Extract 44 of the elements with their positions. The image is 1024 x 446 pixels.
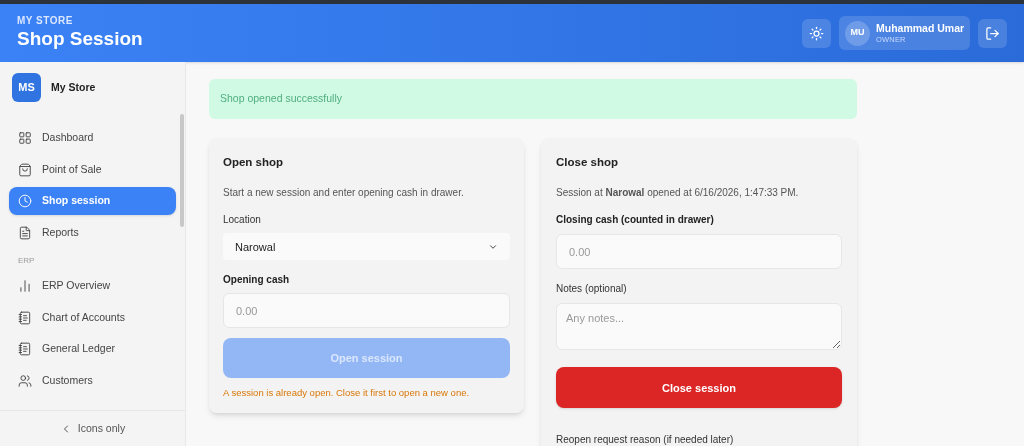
logout-button[interactable] bbox=[978, 18, 1007, 48]
field-label: Closing cash (counted in drawer) bbox=[556, 213, 715, 228]
field-label: Reopen request reason (if needed later) bbox=[556, 433, 735, 446]
sidebar-item[interactable]: Point of Sale bbox=[9, 155, 176, 184]
card-title: Open shop bbox=[223, 155, 285, 170]
notes-input[interactable]: Any notes... bbox=[556, 303, 842, 351]
warning-text: A session is already open. Close it first to open a new one. bbox=[223, 386, 471, 401]
sidebar-item[interactable]: Chart of Accounts bbox=[9, 303, 176, 332]
theme-toggle-button[interactable] bbox=[802, 18, 831, 48]
sidebar-item[interactable]: Reports bbox=[9, 218, 176, 247]
sidebar-item[interactable]: Shop session bbox=[9, 187, 176, 215]
card-description: Start a new session and enter opening cash in drawer. bbox=[223, 186, 465, 201]
location-select[interactable]: Narowal bbox=[223, 233, 510, 261]
user-name: Muhammad Umar bbox=[876, 21, 965, 35]
sidebar-item[interactable]: Dashboard bbox=[9, 124, 176, 152]
document-icon bbox=[18, 225, 32, 240]
clock-icon bbox=[18, 194, 32, 208]
opening-cash-input[interactable]: 0.00 bbox=[223, 293, 510, 329]
session-info: Session at Narowal opened at 6/16/2026, 1:47:33 PM. bbox=[556, 186, 800, 201]
section-label: ERP bbox=[17, 255, 36, 267]
store-label: MY STORE bbox=[17, 14, 74, 28]
sidebar-item[interactable]: Customers bbox=[9, 366, 176, 395]
closing-cash-input[interactable]: 0.00 bbox=[556, 234, 842, 270]
store-avatar: MS bbox=[12, 73, 41, 102]
notebook-icon bbox=[18, 310, 32, 325]
user-avatar: MU bbox=[845, 20, 870, 46]
page-title: Shop Session bbox=[17, 27, 143, 52]
bag-icon bbox=[18, 162, 32, 177]
users-icon bbox=[18, 373, 32, 388]
bar-chart-icon bbox=[18, 279, 32, 293]
close-session-button[interactable]: Close session bbox=[556, 367, 842, 409]
field-label: Opening cash bbox=[223, 273, 291, 288]
notebook-icon bbox=[18, 342, 32, 356]
store-name: My Store bbox=[51, 79, 96, 95]
collapse-sidebar-button[interactable]: Icons only bbox=[59, 420, 126, 437]
logout-icon bbox=[985, 25, 1000, 41]
field-label: Location bbox=[223, 213, 262, 228]
card-title: Close shop bbox=[556, 155, 619, 170]
sun-icon bbox=[809, 25, 824, 41]
grid-icon bbox=[18, 131, 32, 145]
sidebar-item[interactable]: ERP Overview bbox=[9, 272, 176, 300]
sidebar-item[interactable]: General Ledger bbox=[9, 335, 176, 363]
field-label: Notes (optional) bbox=[556, 282, 628, 297]
success-alert: Shop opened successfully bbox=[209, 79, 857, 119]
